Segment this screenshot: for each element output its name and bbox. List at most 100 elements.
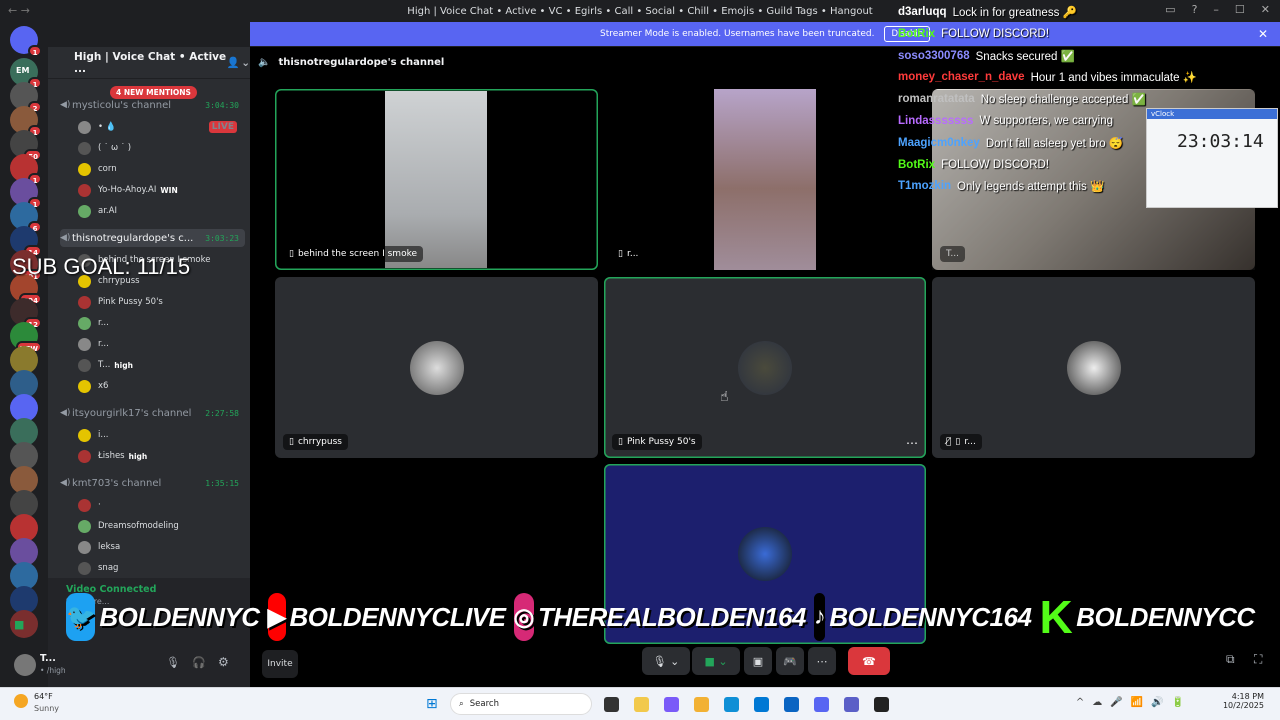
voice-user[interactable]: r... bbox=[78, 335, 243, 353]
help-icon[interactable]: ? bbox=[1192, 3, 1198, 16]
phone-icon: ▯ bbox=[618, 249, 623, 259]
window-controls[interactable]: ▭? – ☐ ✕ bbox=[1165, 3, 1270, 16]
nav-arrows[interactable]: ← → bbox=[8, 4, 30, 17]
avatar bbox=[78, 449, 91, 463]
video-tile[interactable]: ▯ chrrypuss bbox=[275, 277, 598, 458]
voice-user-name: r... bbox=[98, 318, 109, 328]
microphone-icon[interactable]: 🎙 bbox=[166, 656, 180, 669]
camera-button[interactable]: ■ ⌄ bbox=[692, 647, 740, 675]
maximize-button[interactable]: ☐ bbox=[1235, 3, 1245, 16]
avatar bbox=[78, 540, 91, 554]
tile-label: 🎙̸ ▯ r... bbox=[940, 434, 982, 450]
video-tile[interactable]: ▯ Pink Pussy 50's ⋯ bbox=[604, 277, 926, 458]
taskbar-search[interactable]: ⌕ Search bbox=[450, 693, 592, 715]
folder-icon[interactable] bbox=[694, 697, 709, 712]
guild-tag: high bbox=[128, 451, 148, 461]
phone-icon: ▯ bbox=[289, 437, 294, 447]
popout-icon[interactable]: ⧉ bbox=[1226, 652, 1235, 667]
outlook-icon[interactable] bbox=[784, 697, 799, 712]
settings-icon[interactable]: ⚙ bbox=[218, 655, 229, 669]
chat-message: money_chaser_n_dave Hour 1 and vibes imma… bbox=[898, 66, 1197, 88]
voice-user[interactable]: corn bbox=[78, 160, 243, 178]
avatar bbox=[78, 498, 91, 512]
mouse-cursor: ☝ bbox=[720, 389, 729, 405]
gamepad-icon: 🎮 bbox=[783, 654, 797, 668]
chat-username: money_chaser_n_dave bbox=[898, 71, 1025, 84]
chat-message: d3arluqq Lock in for greatness 🔑 bbox=[898, 1, 1077, 23]
system-clock[interactable]: 4:18 PM 10/2/2025 bbox=[1223, 692, 1264, 710]
voice-user-name: · bbox=[98, 500, 101, 510]
chevron-down-icon: ⌄ bbox=[241, 56, 250, 69]
voice-user[interactable]: ar.AI bbox=[78, 202, 243, 220]
voice-user-name: x6 bbox=[98, 381, 109, 391]
voice-user[interactable]: • 💧 LIVE bbox=[78, 118, 243, 136]
minimize-button[interactable]: – bbox=[1213, 3, 1219, 16]
voice-user[interactable]: ( ˙ ω ˙ ) bbox=[78, 139, 243, 157]
voice-user[interactable]: · bbox=[78, 496, 243, 514]
task-view-icon[interactable] bbox=[604, 697, 619, 712]
file-explorer-icon[interactable] bbox=[634, 697, 649, 712]
headphones-icon[interactable]: 🎧 bbox=[192, 656, 206, 669]
activities-button[interactable]: 🎮 bbox=[776, 647, 804, 675]
voice-user[interactable]: r... bbox=[78, 314, 243, 332]
store-icon[interactable] bbox=[754, 697, 769, 712]
avatar bbox=[78, 519, 91, 533]
teams-icon[interactable] bbox=[844, 697, 859, 712]
disconnect-button[interactable]: ☎ bbox=[848, 647, 890, 675]
close-button[interactable]: ✕ bbox=[1261, 3, 1270, 16]
weather-temp[interactable]: 64°F bbox=[34, 692, 53, 701]
chat-username: BotRix bbox=[898, 27, 936, 40]
share-screen-button[interactable]: ▣ bbox=[744, 647, 772, 675]
voice-user[interactable]: Pink Pussy 50's bbox=[78, 293, 243, 311]
server-header[interactable]: High | Voice Chat • Active ... ⌄ 👤 bbox=[48, 47, 250, 79]
microphone-icon: 🎙 ⌄ bbox=[652, 654, 680, 668]
video-tile[interactable]: 🎙̸ ▯ r... bbox=[932, 277, 1255, 458]
voice-user[interactable]: i... bbox=[78, 426, 243, 444]
fullscreen-icon[interactable]: ⛶ bbox=[1254, 652, 1262, 667]
voice-channel[interactable]: ◀) thisnotregulardope's c... 3:03:23 bbox=[60, 229, 245, 247]
voice-channel[interactable]: ◀) mysticolu's channel 3:04:30 bbox=[60, 96, 245, 114]
voice-user[interactable]: Dreamsofmodeling bbox=[78, 517, 243, 535]
obs-icon[interactable] bbox=[874, 697, 889, 712]
camera-icon[interactable]: ■ bbox=[14, 618, 24, 631]
video-tile[interactable]: ▯ behind the screen I smoke bbox=[275, 89, 598, 270]
channel-header: 🔈 thisnotregulardope's channel bbox=[258, 52, 444, 72]
voice-user[interactable]: snag bbox=[78, 559, 243, 577]
more-button[interactable]: ⋯ bbox=[808, 647, 836, 675]
windows-start-icon[interactable]: ⊞ bbox=[426, 696, 438, 712]
live-badge: LIVE bbox=[208, 121, 237, 133]
close-icon[interactable]: ✕ bbox=[1258, 27, 1268, 41]
copilot-icon[interactable] bbox=[664, 697, 679, 712]
voice-user[interactable]: x6 bbox=[78, 377, 243, 395]
voice-channel[interactable]: ◀) kmt703's channel 1:35:15 bbox=[60, 474, 245, 492]
more-options-icon[interactable]: ⋯ bbox=[906, 436, 918, 450]
tile-label: ▯ r... bbox=[612, 246, 645, 262]
chat-message: Lindasssssss W supporters, we carrying bbox=[898, 110, 1113, 132]
voice-user[interactable]: Łishes high bbox=[78, 447, 243, 465]
avatar bbox=[78, 428, 91, 442]
inbox-icon[interactable]: ▭ bbox=[1165, 3, 1175, 16]
voice-channel-timer: 2:27:58 bbox=[205, 408, 239, 418]
voice-user-name: ( ˙ ω ˙ ) bbox=[98, 143, 132, 153]
system-tray[interactable]: ^☁🎤📶🔊🔋 bbox=[1076, 697, 1192, 708]
social-handle: THEREALBOLDEN164 bbox=[537, 601, 806, 632]
voice-user-name: corn bbox=[98, 164, 117, 174]
add-member-icon[interactable]: 👤 bbox=[227, 56, 240, 69]
voice-channel[interactable]: ◀) itsyourgirlk17's channel 2:27:58 bbox=[60, 404, 245, 422]
voice-user[interactable]: Yo-Ho-Ahoy.AI WIN bbox=[78, 181, 243, 199]
kick-icon: K bbox=[1039, 591, 1073, 643]
avatar[interactable] bbox=[14, 654, 36, 676]
voice-user[interactable]: T... high bbox=[78, 356, 243, 374]
discord-icon[interactable] bbox=[814, 697, 829, 712]
voice-user[interactable]: leksa bbox=[78, 538, 243, 556]
mute-button[interactable]: 🎙 ⌄ bbox=[642, 647, 690, 675]
edge-icon[interactable] bbox=[724, 697, 739, 712]
user-status: • /high bbox=[40, 666, 66, 675]
video-tile[interactable]: ▯ r... bbox=[604, 89, 926, 270]
discord-home-icon[interactable]: 1 bbox=[10, 26, 42, 57]
chat-username: romanratatata bbox=[898, 93, 975, 106]
invite-button[interactable]: Invite bbox=[262, 650, 298, 678]
user-panel: T... • /high 🎙 🎧 ⚙ bbox=[14, 646, 250, 687]
more-options-icon: ⋯ bbox=[816, 654, 828, 668]
speaker-icon: ◀) bbox=[60, 100, 71, 110]
